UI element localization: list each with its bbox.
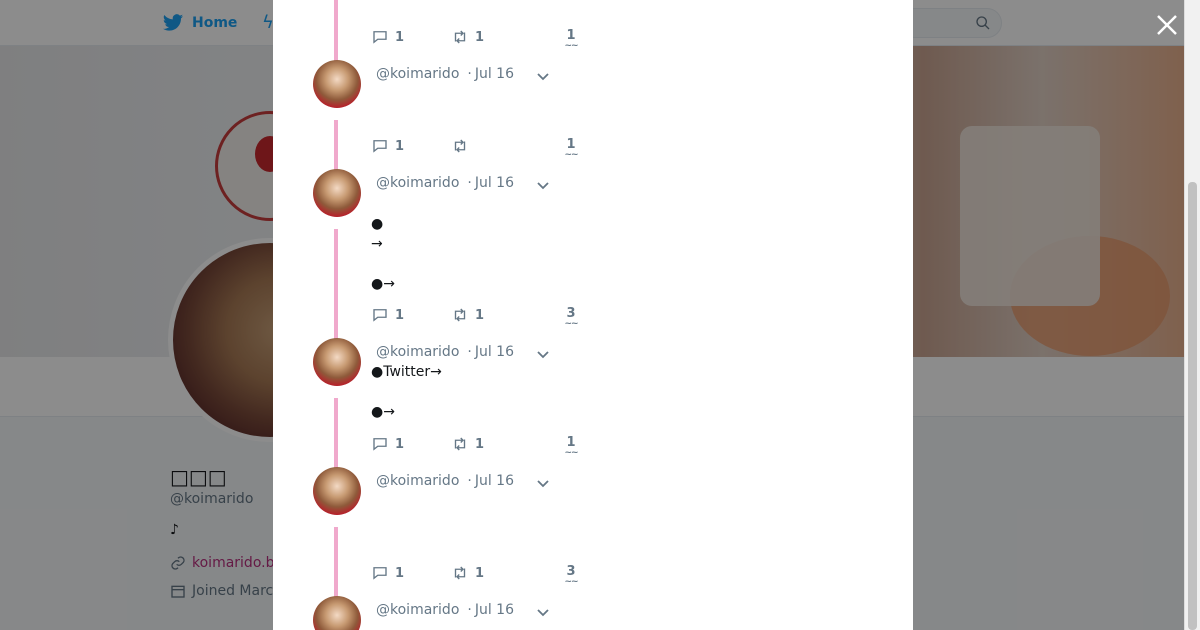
avatar[interactable] xyxy=(313,169,361,217)
reply-button[interactable]: 1 xyxy=(371,28,451,46)
reply-button[interactable]: 1 xyxy=(371,137,451,155)
like-squiggle: ~~ xyxy=(564,41,578,51)
like-button[interactable]: 1 ~~ xyxy=(561,137,581,160)
tweet-username[interactable]: @koimarido xyxy=(376,66,459,82)
thread-line xyxy=(334,398,338,470)
reply-button[interactable]: 1 xyxy=(371,306,451,324)
retweet-button[interactable]: 1 xyxy=(451,435,531,453)
retweet-count: 1 xyxy=(475,436,485,452)
like-button[interactable]: 1 ~~ xyxy=(561,435,581,458)
close-icon[interactable] xyxy=(1154,12,1180,38)
reply-icon xyxy=(373,438,387,451)
tweet-username[interactable]: @koimarido xyxy=(376,344,459,360)
like-button[interactable]: 3 ~~ xyxy=(561,306,581,329)
chevron-down-icon[interactable] xyxy=(536,178,550,192)
tweet-actions: 1 1 ~~ xyxy=(371,137,579,160)
retweet-icon xyxy=(454,30,466,44)
retweet-button[interactable]: 1 xyxy=(451,306,531,324)
retweet-icon xyxy=(454,308,466,322)
scrollbar[interactable] xyxy=(1184,0,1200,630)
retweet-icon xyxy=(454,437,466,451)
retweet-button[interactable]: 1 xyxy=(451,28,531,46)
retweet-button[interactable] xyxy=(451,137,531,155)
tweet-actions: 1 1 3 ~~ xyxy=(371,306,579,329)
tweet-date[interactable]: Jul 16 xyxy=(475,175,514,191)
tweet-actions: 1 1 1 ~~ xyxy=(371,28,579,51)
retweet-icon xyxy=(454,139,466,153)
retweet-count: 1 xyxy=(475,307,485,323)
scrollbar-thumb[interactable] xyxy=(1188,182,1197,630)
tweet-thread-modal: 1 1 1 ~~ @koimarido · Jul 16 1 1 ~~ @koimari… xyxy=(273,0,913,630)
retweet-count: 1 xyxy=(475,29,485,45)
tweet-username[interactable]: @koimarido xyxy=(376,175,459,191)
chevron-down-icon[interactable] xyxy=(536,605,550,619)
tweet-text: ●Twitter→ ●→ xyxy=(371,364,442,420)
thread-line xyxy=(334,229,338,341)
chevron-down-icon[interactable] xyxy=(536,69,550,83)
tweet-date[interactable]: Jul 16 xyxy=(475,344,514,360)
thread-line xyxy=(334,120,338,172)
tweet-byline: @koimarido · Jul 16 xyxy=(376,473,514,489)
tweet-byline: @koimarido · Jul 16 xyxy=(376,602,514,618)
reply-icon xyxy=(373,140,387,153)
separator: · xyxy=(467,344,472,360)
chevron-down-icon[interactable] xyxy=(536,476,550,490)
thread-line xyxy=(334,527,338,599)
tweet-date[interactable]: Jul 16 xyxy=(475,66,514,82)
reply-count: 1 xyxy=(395,29,405,45)
like-button[interactable]: 1 ~~ xyxy=(561,28,581,51)
tweet-text: ● → ●→ xyxy=(371,216,395,292)
tweet-username[interactable]: @koimarido xyxy=(376,473,459,489)
chevron-down-icon[interactable] xyxy=(536,347,550,361)
like-button[interactable]: 3 ~~ xyxy=(561,564,581,587)
retweet-count: 1 xyxy=(475,565,485,581)
thread-line xyxy=(334,0,338,62)
tweet-actions: 1 1 1 ~~ xyxy=(371,435,579,458)
retweet-button[interactable]: 1 xyxy=(451,564,531,582)
like-squiggle: ~~ xyxy=(564,150,578,160)
avatar[interactable] xyxy=(313,596,361,630)
reply-count: 1 xyxy=(395,565,405,581)
tweet-byline: @koimarido · Jul 16 xyxy=(376,66,514,82)
like-squiggle: ~~ xyxy=(564,448,578,458)
separator: · xyxy=(467,175,472,191)
reply-count: 1 xyxy=(395,307,405,323)
separator: · xyxy=(467,66,472,82)
avatar[interactable] xyxy=(313,60,361,108)
tweet-actions: 1 1 3 ~~ xyxy=(371,564,579,587)
like-squiggle: ~~ xyxy=(564,319,578,329)
reply-icon xyxy=(373,309,387,322)
reply-count: 1 xyxy=(395,138,405,154)
reply-icon xyxy=(373,567,387,580)
like-squiggle: ~~ xyxy=(564,577,578,587)
reply-button[interactable]: 1 xyxy=(371,435,451,453)
separator: · xyxy=(467,602,472,618)
avatar[interactable] xyxy=(313,338,361,386)
reply-icon xyxy=(373,31,387,44)
tweet-username[interactable]: @koimarido xyxy=(376,602,459,618)
avatar[interactable] xyxy=(313,467,361,515)
separator: · xyxy=(467,473,472,489)
tweet-date[interactable]: Jul 16 xyxy=(475,473,514,489)
tweet-byline: @koimarido · Jul 16 xyxy=(376,344,514,360)
retweet-icon xyxy=(454,566,466,580)
tweet-date[interactable]: Jul 16 xyxy=(475,602,514,618)
reply-button[interactable]: 1 xyxy=(371,564,451,582)
reply-count: 1 xyxy=(395,436,405,452)
tweet-byline: @koimarido · Jul 16 xyxy=(376,175,514,191)
